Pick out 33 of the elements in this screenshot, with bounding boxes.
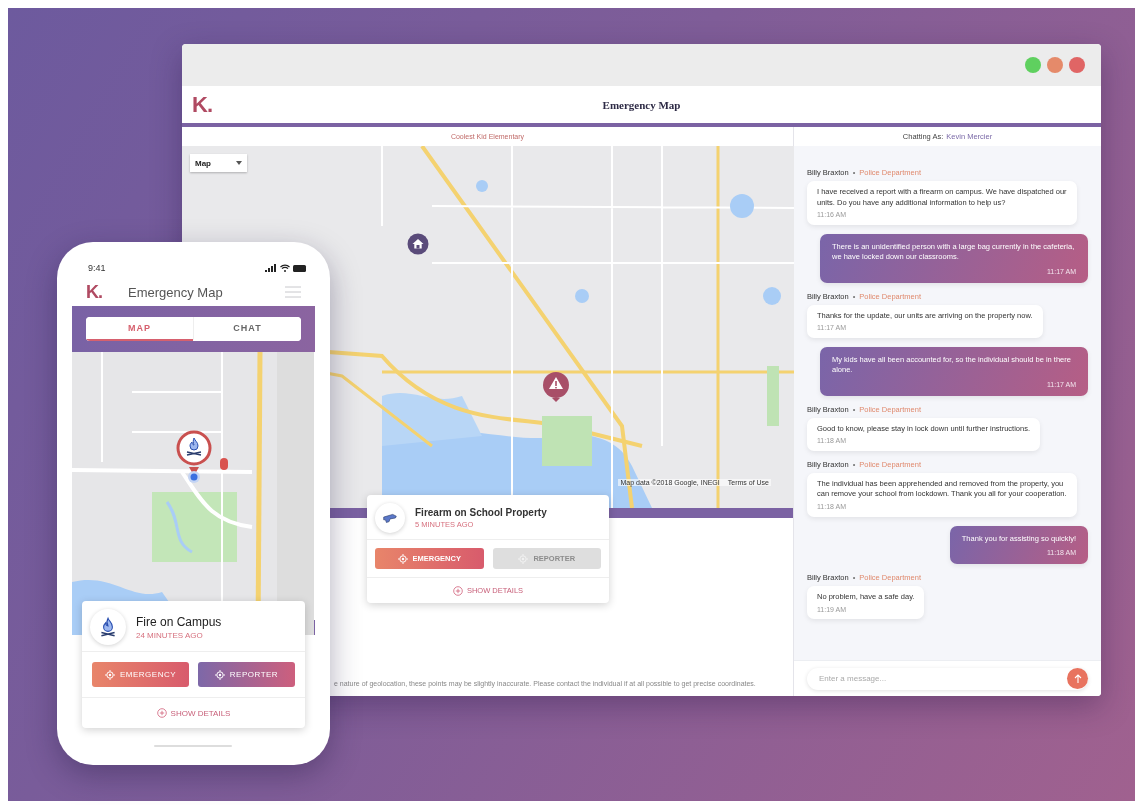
map-type-dropdown[interactable]: Map xyxy=(190,154,247,172)
incident-title: Firearm on School Property xyxy=(415,507,547,518)
battery-icon xyxy=(293,264,307,272)
target-icon xyxy=(104,669,115,680)
logo: K. xyxy=(192,91,212,118)
page-title: Emergency Map xyxy=(602,98,681,111)
tab[interactable]: CHAT xyxy=(193,317,301,341)
reporter-button[interactable]: REPORTER xyxy=(198,662,295,687)
logo: K. xyxy=(86,281,102,303)
incident-title: Fire on Campus xyxy=(136,614,222,629)
wifi-icon xyxy=(280,264,290,272)
target-icon xyxy=(397,553,408,564)
incident-time: 24 MINUTES AGO xyxy=(136,630,204,640)
plus-circle-icon xyxy=(452,585,463,596)
window-control-button[interactable] xyxy=(1025,57,1041,73)
warning-pin-icon xyxy=(542,372,570,402)
house-pin-icon xyxy=(407,233,429,255)
tab[interactable]: MAP xyxy=(86,317,193,341)
caret-icon xyxy=(236,161,242,165)
emergency-button[interactable]: EMERGENCY xyxy=(92,662,189,687)
app-title: Emergency Map xyxy=(128,284,224,300)
location-dot-icon xyxy=(188,471,200,483)
show-details-button[interactable]: SHOW DETAILS xyxy=(156,708,231,718)
plus-circle-icon xyxy=(156,708,167,718)
signal-icon xyxy=(265,264,277,272)
send-button[interactable] xyxy=(1067,668,1088,689)
window-control-button[interactable] xyxy=(1047,57,1063,73)
window-control-button[interactable] xyxy=(1069,57,1085,73)
menu-icon xyxy=(285,286,301,298)
target-icon xyxy=(214,669,225,680)
status-time: 9:41 xyxy=(88,263,106,273)
arrow-up-icon xyxy=(1073,674,1082,683)
map-marker-icon xyxy=(220,456,228,472)
